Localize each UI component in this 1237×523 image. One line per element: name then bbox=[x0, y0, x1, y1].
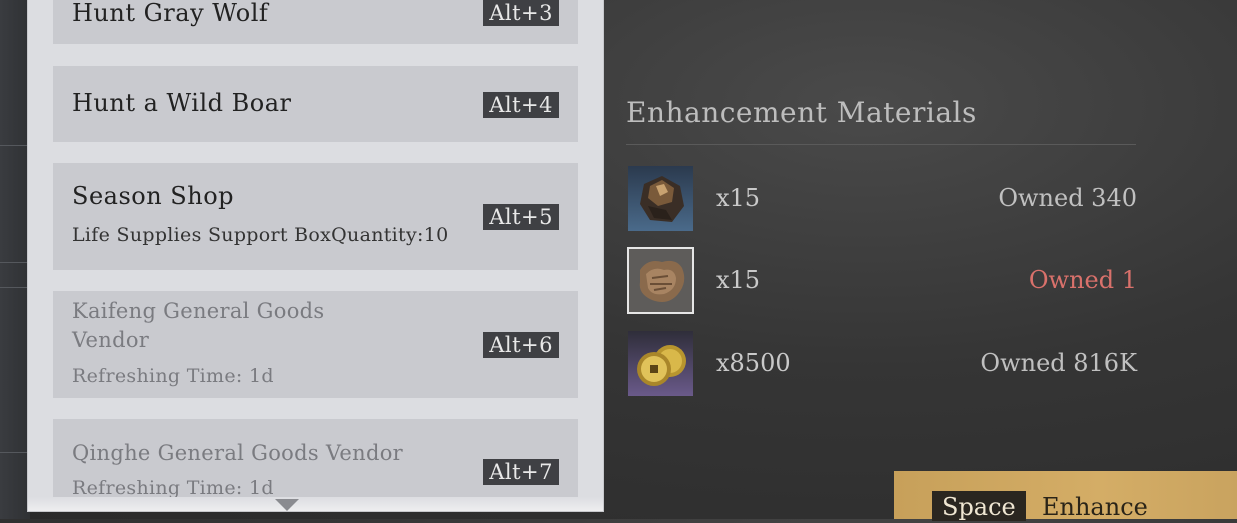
enhance-label: Enhance bbox=[1042, 493, 1148, 521]
list-item-hunt-gray-wolf[interactable]: Hunt Gray Wolf Alt+3 bbox=[53, 0, 578, 44]
item-subtitle: Life Supplies Support BoxQuantity:10 bbox=[72, 224, 449, 246]
item-title: Qinghe General Goods Vendor bbox=[72, 441, 404, 465]
material-quantity: x8500 bbox=[716, 349, 791, 377]
material-quantity: x15 bbox=[716, 184, 761, 212]
ore-icon[interactable] bbox=[628, 166, 693, 231]
item-subtitle: Refreshing Time: 1d bbox=[72, 365, 274, 387]
item-title: Hunt a Wild Boar bbox=[72, 89, 292, 117]
hotkey-badge: Alt+5 bbox=[483, 204, 559, 230]
coins-icon[interactable] bbox=[628, 331, 693, 396]
enhance-button[interactable]: Space Enhance bbox=[894, 471, 1237, 521]
item-title: Hunt Gray Wolf bbox=[72, 0, 269, 27]
divider bbox=[626, 144, 1136, 145]
item-title: Season Shop bbox=[72, 182, 235, 210]
item-subtitle: Refreshing Time: 1d bbox=[72, 477, 274, 499]
source-list-panel[interactable]: Hunt Gray Wolf Alt+3 Hunt a Wild Boar Al… bbox=[28, 0, 603, 511]
background-strip bbox=[0, 0, 30, 519]
hotkey-badge: Alt+7 bbox=[483, 459, 559, 485]
material-owned: Owned 340 bbox=[998, 184, 1137, 212]
space-key-hint: Space bbox=[932, 491, 1026, 521]
hotkey-badge: Alt+6 bbox=[483, 332, 559, 358]
item-title-line2: Vendor bbox=[72, 328, 150, 352]
material-row[interactable]: x8500 Owned 816K bbox=[626, 331, 1137, 399]
leather-icon[interactable] bbox=[627, 247, 694, 314]
material-owned: Owned 816K bbox=[980, 349, 1137, 377]
list-item-hunt-wild-boar[interactable]: Hunt a Wild Boar Alt+4 bbox=[53, 66, 578, 142]
material-owned: Owned 1 bbox=[1028, 266, 1137, 294]
material-row[interactable]: x15 Owned 1 bbox=[626, 247, 1137, 316]
hotkey-badge: Alt+3 bbox=[483, 0, 559, 26]
hotkey-badge: Alt+4 bbox=[483, 92, 559, 118]
list-item-kaifeng-vendor[interactable]: Kaifeng General Goods Vendor Refreshing … bbox=[53, 291, 578, 398]
list-item-qinghe-vendor[interactable]: Qinghe General Goods Vendor Refreshing T… bbox=[53, 419, 578, 499]
scroll-down-icon[interactable] bbox=[275, 499, 299, 511]
material-row[interactable]: x15 Owned 340 bbox=[626, 166, 1137, 234]
item-title-line1: Kaifeng General Goods bbox=[72, 299, 325, 323]
material-quantity: x15 bbox=[716, 266, 761, 294]
list-item-season-shop[interactable]: Season Shop Life Supplies Support BoxQua… bbox=[53, 163, 578, 270]
materials-heading: Enhancement Materials bbox=[626, 96, 977, 129]
